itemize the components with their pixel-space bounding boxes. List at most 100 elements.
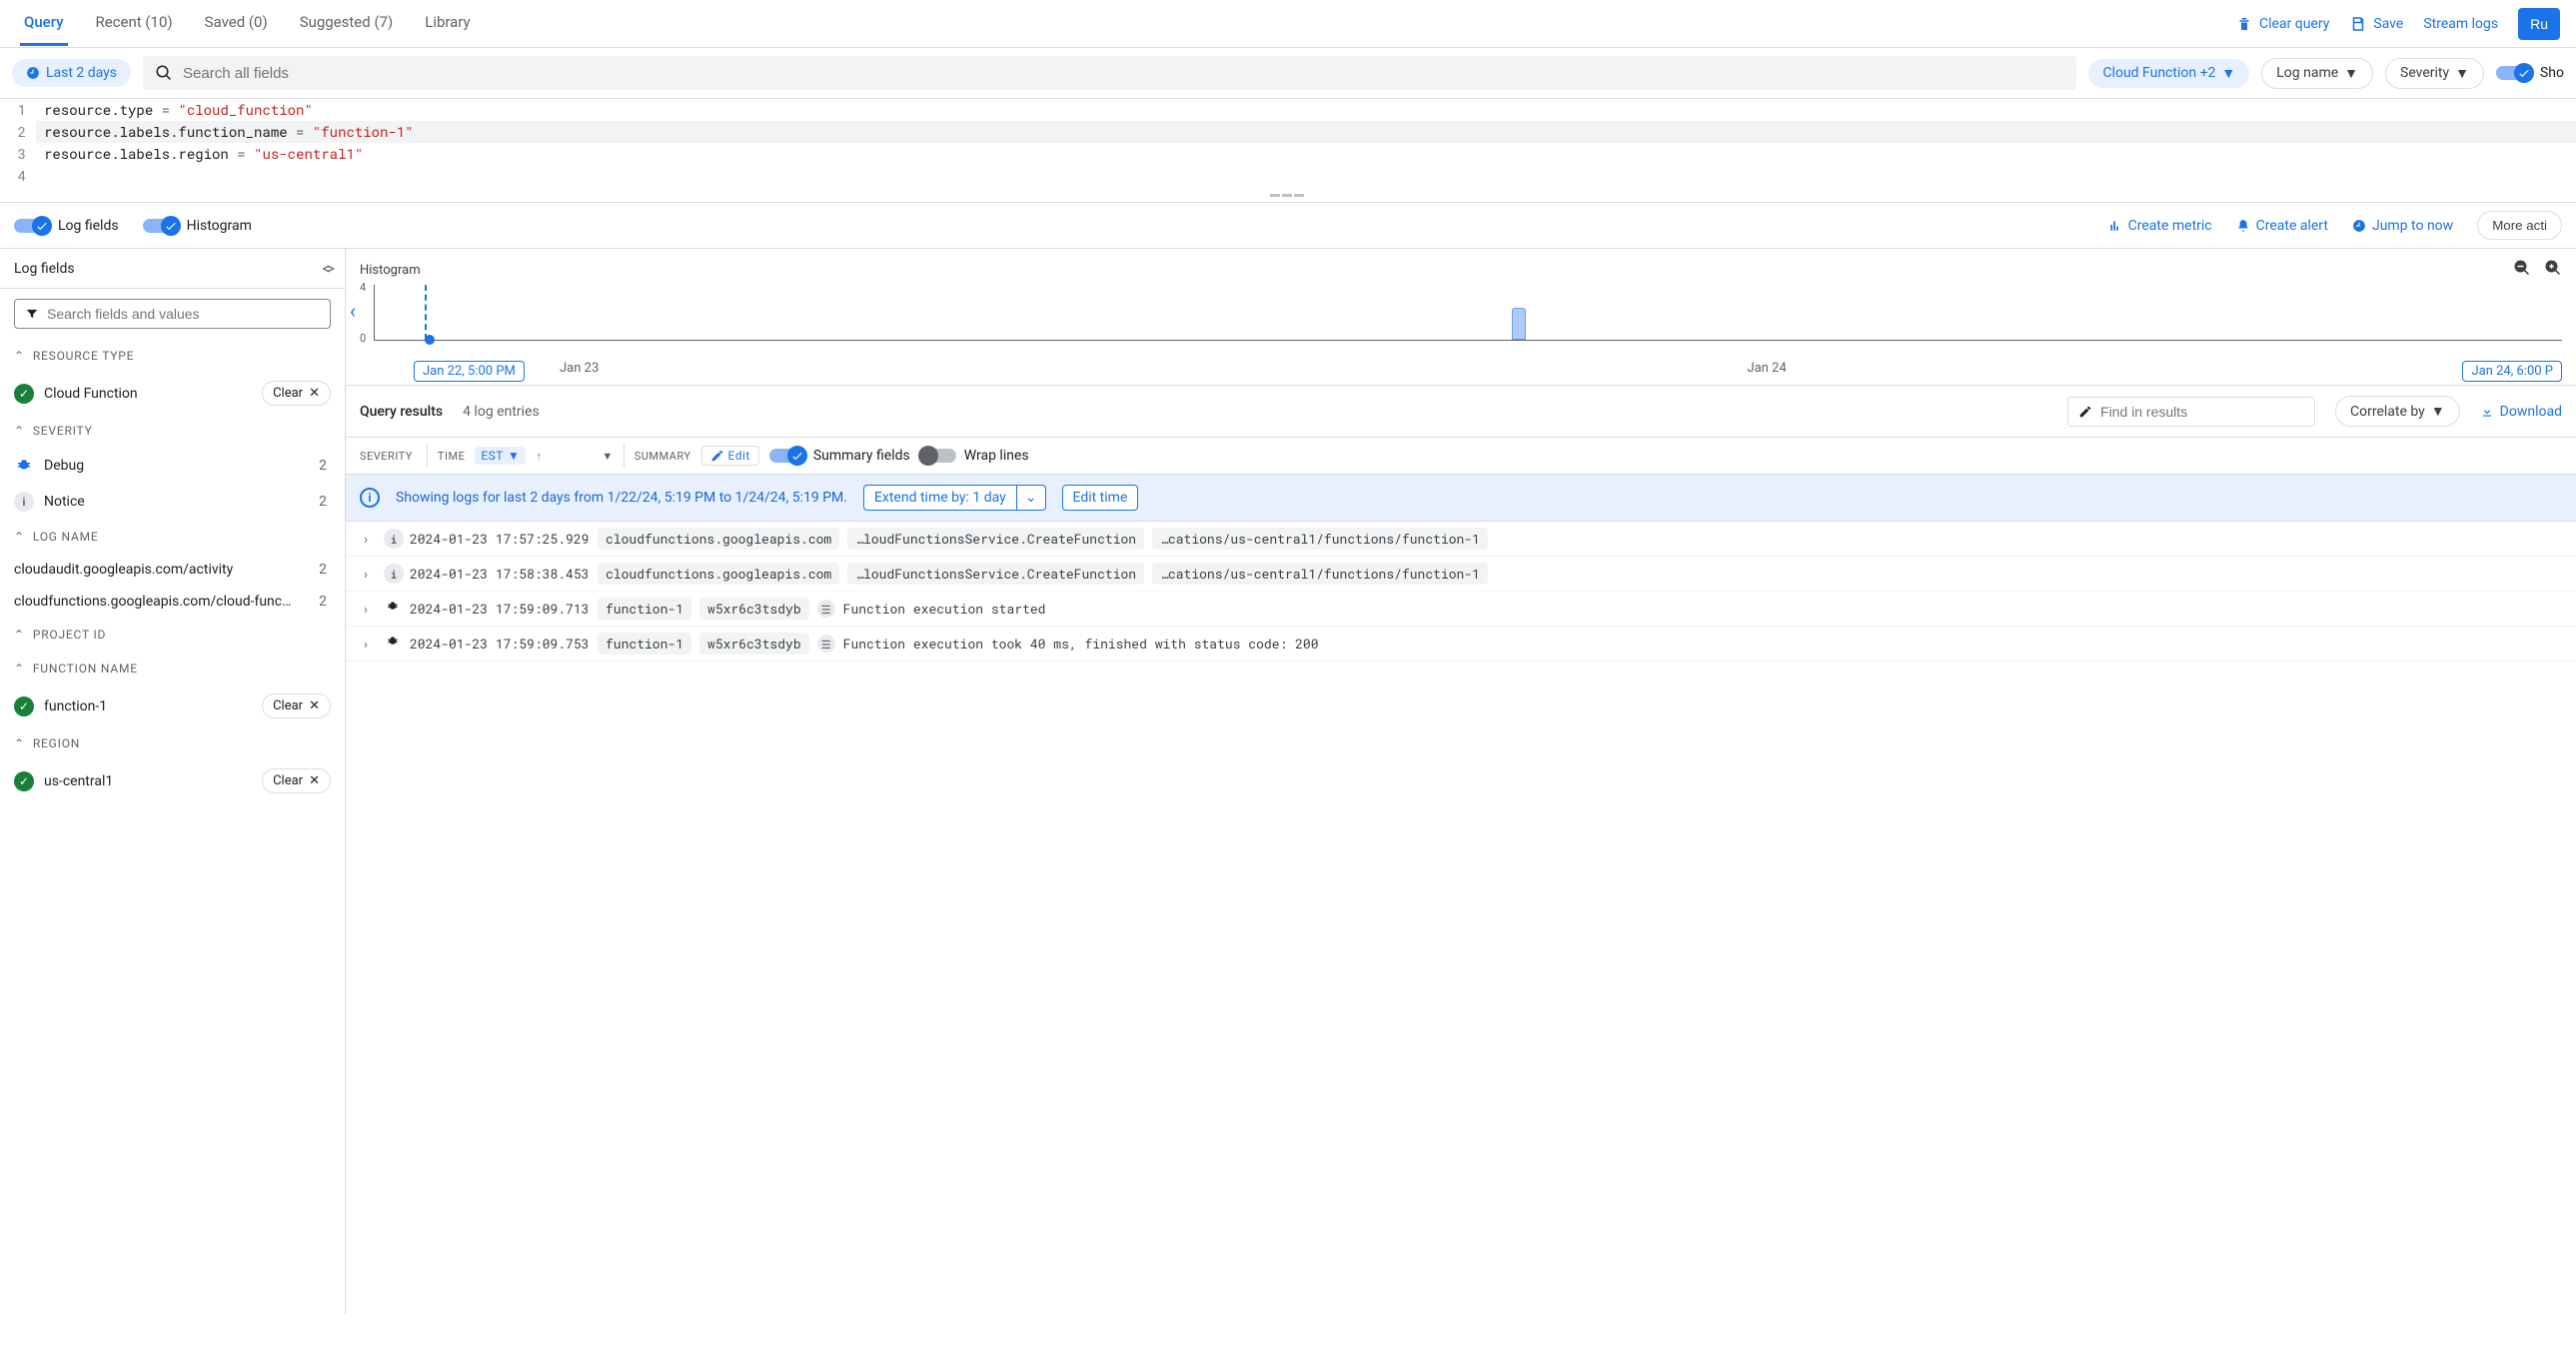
log-chip[interactable]: function-1 [598, 633, 691, 655]
lines-icon[interactable]: ☰ [817, 600, 835, 618]
edit-summary-button[interactable]: Edit [701, 446, 759, 466]
tab-suggested[interactable]: Suggested (7) [296, 1, 398, 46]
tab-saved[interactable]: Saved (0) [201, 1, 272, 46]
expand-icon[interactable]: › [356, 530, 376, 548]
timestamp: 2024-01-23 17:57:25.929 [410, 530, 590, 548]
log-chip[interactable]: …cations/us-central1/functions/function-… [1152, 563, 1488, 585]
expand-icon[interactable]: › [356, 565, 376, 583]
histogram-chart[interactable]: ‹ 4 0 [346, 285, 2576, 361]
save-button[interactable]: Save [2349, 15, 2403, 33]
col-severity[interactable]: SEVERITY [356, 450, 417, 463]
zoom-in-icon[interactable] [2544, 259, 2562, 277]
code-content[interactable]: resource.type = "cloud_function" [36, 99, 2576, 121]
histogram-toggle[interactable]: Histogram [143, 218, 252, 234]
wrap-lines-toggle[interactable]: Wrap lines [920, 448, 1029, 464]
expand-icon[interactable]: › [356, 635, 376, 653]
tab-recent[interactable]: Recent (10) [92, 1, 177, 46]
sidebar-search-input[interactable] [47, 306, 320, 322]
summary-fields-toggle[interactable]: Summary fields [769, 448, 910, 464]
code-content[interactable] [36, 165, 2576, 187]
download-button[interactable]: Download [2480, 404, 2562, 420]
field-function-1[interactable]: ✓ function-1 Clear✕ [0, 685, 345, 726]
count: 2 [319, 562, 331, 578]
log-fields-toggle[interactable]: Log fields [14, 218, 119, 234]
chevron-down-icon[interactable]: ▼ [602, 450, 613, 463]
code-content[interactable]: resource.labels.function_name = "functio… [36, 121, 2576, 143]
show-query-toggle[interactable]: Sho [2496, 65, 2564, 81]
log-row[interactable]: ›i2024-01-23 17:58:38.453cloudfunctions.… [346, 557, 2576, 592]
tab-library[interactable]: Library [421, 1, 474, 46]
logname-filter-pill[interactable]: Log name ▼ [2261, 58, 2373, 89]
create-metric-button[interactable]: Create metric [2108, 218, 2212, 234]
zoom-controls [2513, 259, 2562, 281]
more-actions-button[interactable]: More acti [2477, 211, 2562, 240]
code-line[interactable]: 3resource.labels.region = "us-central1" [0, 143, 2576, 165]
clear-chip[interactable]: Clear✕ [262, 693, 331, 718]
clear-query-button[interactable]: Clear query [2235, 15, 2329, 33]
log-chip[interactable]: cloudfunctions.googleapis.com [598, 528, 839, 550]
resource-filter-pill[interactable]: Cloud Function +2 ▼ [2088, 59, 2249, 88]
extend-time-button[interactable]: Extend time by: 1 day ⌄ [863, 485, 1046, 511]
slider-handle[interactable] [425, 335, 435, 345]
clear-chip[interactable]: Clear✕ [262, 768, 331, 793]
field-debug[interactable]: Debug 2 [0, 448, 345, 484]
field-region[interactable]: ✓ us-central1 Clear✕ [0, 760, 345, 801]
field-cloud-function[interactable]: ✓ Cloud Function Clear✕ [0, 373, 345, 414]
create-alert-button[interactable]: Create alert [2236, 218, 2328, 234]
clear-chip[interactable]: Clear✕ [262, 381, 331, 406]
field-logname-b[interactable]: cloudfunctions.googleapis.com/cloud-func… [0, 586, 345, 618]
bug-icon [384, 600, 402, 618]
log-chip[interactable]: …cations/us-central1/functions/function-… [1152, 528, 1488, 550]
group-log-name[interactable]: ⌃LOG NAME [0, 520, 345, 554]
search-input[interactable] [183, 65, 2064, 82]
tab-query[interactable]: Query [20, 1, 68, 46]
code-line[interactable]: 4 [0, 165, 2576, 187]
lines-icon[interactable]: ☰ [817, 635, 835, 653]
timezone-selector[interactable]: EST▼ [475, 447, 526, 465]
log-chip[interactable]: …loudFunctionsService.CreateFunction [847, 563, 1144, 585]
time-range-pill[interactable]: Last 2 days [12, 59, 131, 87]
group-project-id[interactable]: ⌃PROJECT ID [0, 618, 345, 652]
search-all-fields[interactable] [143, 56, 2076, 90]
log-row[interactable]: ›2024-01-23 17:59:09.753function-1w5xr6c… [346, 627, 2576, 662]
query-editor[interactable]: 1resource.type = "cloud_function"2resour… [0, 99, 2576, 203]
resize-handle[interactable]: ▬▬▬ [0, 187, 2576, 202]
group-severity[interactable]: ⌃SEVERITY [0, 414, 345, 448]
log-chip[interactable]: cloudfunctions.googleapis.com [598, 563, 839, 585]
results-title: Query results [360, 404, 443, 420]
field-logname-a[interactable]: cloudaudit.googleapis.com/activity 2 [0, 554, 345, 586]
code-line[interactable]: 1resource.type = "cloud_function" [0, 99, 2576, 121]
log-chip[interactable]: …loudFunctionsService.CreateFunction [847, 528, 1144, 550]
toggle-switch-icon [14, 219, 50, 233]
log-row[interactable]: ›2024-01-23 17:59:09.713function-1w5xr6c… [346, 592, 2576, 627]
run-query-button[interactable]: Ru [2518, 8, 2560, 40]
group-resource-type[interactable]: ⌃RESOURCE TYPE [0, 339, 345, 373]
find-in-results[interactable] [2067, 397, 2315, 427]
group-region[interactable]: ⌃REGION [0, 726, 345, 760]
collapse-icon[interactable]: < > [323, 259, 331, 278]
field-notice[interactable]: i Notice 2 [0, 484, 345, 520]
find-input[interactable] [2100, 404, 2304, 420]
chevron-down-icon[interactable]: ⌄ [1016, 485, 1046, 511]
sort-asc-icon[interactable]: ↑ [536, 450, 542, 463]
edit-time-button[interactable]: Edit time [1062, 485, 1139, 511]
jump-to-now-button[interactable]: Jump to now [2352, 218, 2453, 234]
correlate-by-button[interactable]: Correlate by ▼ [2335, 396, 2460, 427]
col-time[interactable]: TIME [438, 450, 465, 463]
severity-filter-pill[interactable]: Severity ▼ [2385, 58, 2484, 89]
log-chip[interactable]: w5xr6c3tsdyb [699, 633, 809, 655]
group-function-name[interactable]: ⌃FUNCTION NAME [0, 652, 345, 685]
code-content[interactable]: resource.labels.region = "us-central1" [36, 143, 2576, 165]
sidebar-search[interactable] [14, 299, 331, 329]
log-chip[interactable]: function-1 [598, 598, 691, 620]
log-row[interactable]: ›i2024-01-23 17:57:25.929cloudfunctions.… [346, 522, 2576, 557]
expand-icon[interactable]: › [356, 600, 376, 618]
end-time-chip[interactable]: Jan 24, 6:00 P [2462, 361, 2562, 382]
scroll-left-icon[interactable]: ‹ [350, 299, 356, 323]
code-line[interactable]: 2resource.labels.function_name = "functi… [0, 121, 2576, 143]
start-time-chip[interactable]: Jan 22, 5:00 PM [414, 361, 525, 382]
log-chip[interactable]: w5xr6c3tsdyb [699, 598, 809, 620]
stream-logs-button[interactable]: Stream logs [2423, 16, 2498, 32]
zoom-out-icon[interactable] [2513, 259, 2531, 277]
info-icon: i [360, 488, 380, 508]
